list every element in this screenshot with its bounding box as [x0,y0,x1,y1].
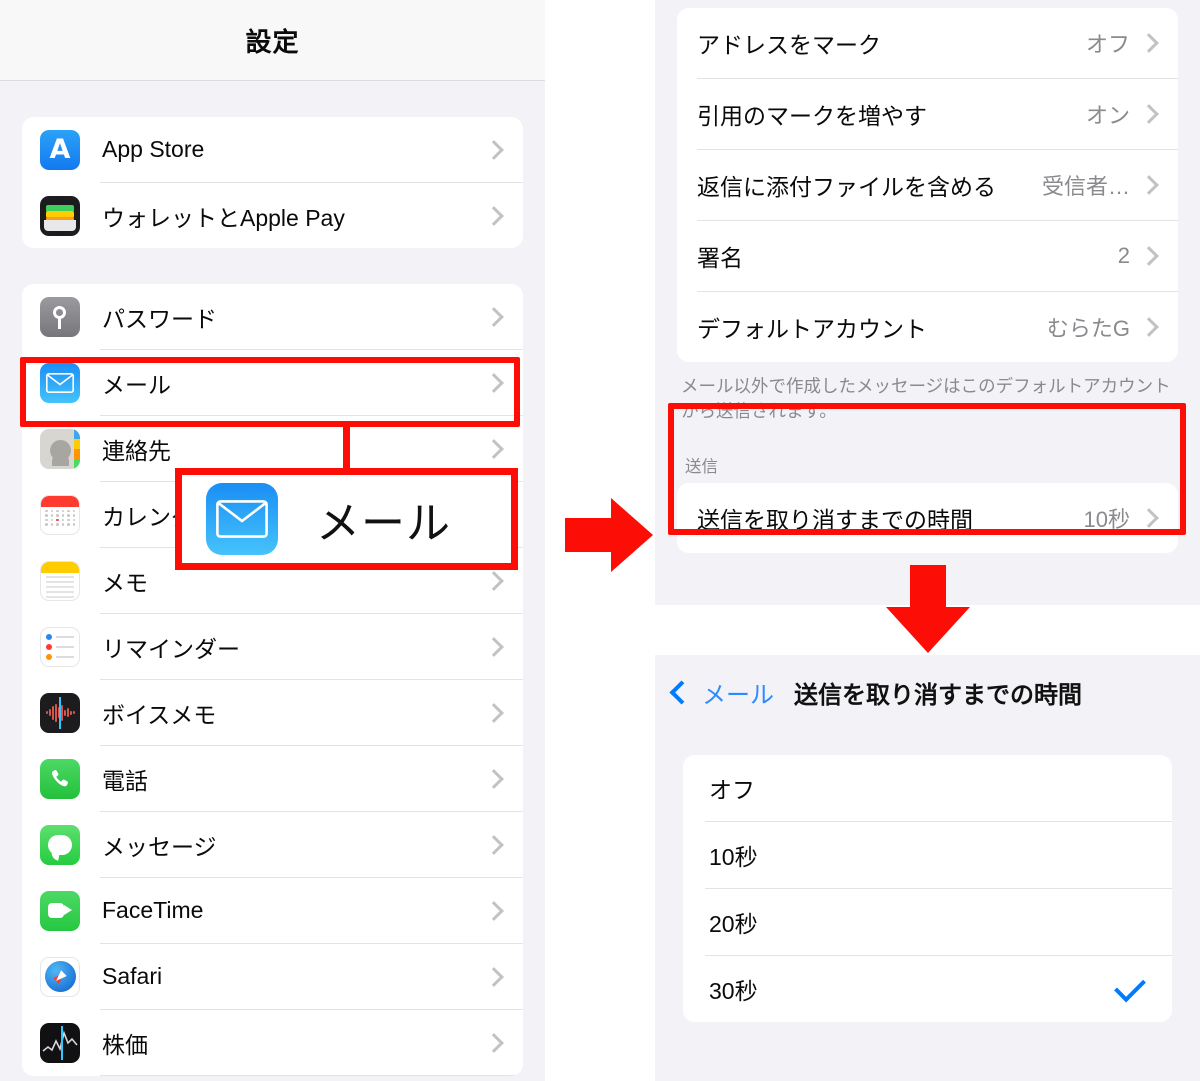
arrow-down-icon [886,565,970,653]
list-item-label: 引用のマークを増やす [697,103,927,129]
sidebar-item-facetime[interactable]: FaceTime [22,878,523,943]
chevron-right-icon [484,306,504,327]
list-item-label: 電話 [102,767,148,794]
page-title: 設定 [245,26,300,57]
appstore-icon: A [40,129,80,170]
option-label: 20秒 [709,911,758,937]
list-item-value: オフ [1085,32,1130,57]
screenshot-stage: 設定 A App Store ウォレットとApple Pay パスワード メール… [0,0,1200,1081]
messages-icon [40,824,80,865]
option-row-10s[interactable]: 10秒 [683,822,1172,888]
sidebar-item-stocks[interactable]: 株価 [22,1010,523,1075]
chevron-right-icon [484,636,504,657]
undo-send-delay-panel: メール 送信を取り消すまでの時間 オフ 10秒 20秒 30秒 [655,655,1200,1081]
facetime-icon [40,890,80,931]
chevron-right-icon [484,1032,504,1053]
back-chevron-icon[interactable] [669,679,694,705]
list-item-label: ボイスメモ [102,701,217,728]
list-item-label: メッセージ [102,833,217,860]
option-label: 30秒 [709,978,758,1004]
contacts-icon [40,428,80,469]
stocks-icon [40,1022,80,1063]
checkmark-icon [1114,970,1146,1002]
divider [100,1075,523,1076]
row-increase-quote-level[interactable]: 引用のマークを増やす オン [677,79,1178,149]
chevron-right-icon [484,702,504,723]
list-item-value: 2 [1117,243,1130,268]
safari-icon [40,956,80,997]
row-mark-addresses[interactable]: アドレスをマーク オフ [677,8,1178,78]
option-row-20s[interactable]: 20秒 [683,889,1172,955]
highlight-box-send-section [668,403,1186,535]
chevron-right-icon [1139,104,1159,124]
voice-memos-icon [40,692,80,733]
sidebar-item-reminders[interactable]: リマインダー [22,614,523,679]
list-item-label: ウォレットとApple Pay [102,204,345,231]
chevron-right-icon [484,139,504,160]
mail-icon [206,483,278,555]
sidebar-item-messages[interactable]: メッセージ [22,812,523,877]
chevron-right-icon [1139,33,1159,53]
chevron-right-icon [484,834,504,855]
wallet-icon [40,195,80,236]
chevron-right-icon [484,966,504,987]
list-item-label: App Store [102,136,205,162]
reminders-icon [40,626,80,667]
chevron-right-icon [484,205,504,226]
list-item-label: 署名 [697,245,743,271]
list-item-label: リマインダー [102,635,240,662]
list-item-label: パスワード [102,305,217,332]
option-row-30s[interactable]: 30秒 [683,956,1172,1022]
callout-label: メール [316,499,451,548]
chevron-right-icon [484,438,504,459]
callout-connector-line [343,424,350,472]
list-item-label: 連絡先 [102,437,171,464]
compose-settings-group: アドレスをマーク オフ 引用のマークを増やす オン 返信に添付ファイルを含める … [677,8,1178,362]
notes-icon [40,560,80,601]
sidebar-item-phone[interactable]: 電話 [22,746,523,811]
sidebar-item-wallet[interactable]: ウォレットとApple Pay [22,183,523,248]
sidebar-item-app-store[interactable]: A App Store [22,117,523,182]
sidebar-item-voice-memos[interactable]: ボイスメモ [22,680,523,745]
row-include-attachments-in-replies[interactable]: 返信に添付ファイルを含める 受信者… [677,150,1178,220]
chevron-right-icon [484,900,504,921]
list-item-label: 株価 [102,1031,148,1058]
page-title: 送信を取り消すまでの時間 [794,681,1082,709]
list-item-value: むらたG [1046,316,1130,341]
list-item-label: デフォルトアカウント [697,316,927,342]
list-item-label: FaceTime [102,897,204,923]
row-signature[interactable]: 署名 2 [677,221,1178,291]
settings-group-apps: A App Store ウォレットとApple Pay [22,117,523,248]
sidebar-item-passwords[interactable]: パスワード [22,284,523,349]
callout-mail: メール [175,468,518,570]
phone-icon [40,758,80,799]
chevron-right-icon [1139,175,1159,195]
list-item-label: アドレスをマーク [697,32,881,58]
list-item-value: 受信者… [1041,174,1130,199]
calendar-icon [40,494,80,535]
back-button-label[interactable]: メール [702,675,774,710]
chevron-right-icon [1139,317,1159,337]
list-item-label: 返信に添付ファイルを含める [697,174,996,200]
option-label: オフ [709,777,755,803]
undo-send-nav-header: メール 送信を取り消すまでの時間 [655,655,1200,729]
undo-send-options-group: オフ 10秒 20秒 30秒 [683,755,1172,1022]
chevron-right-icon [484,570,504,591]
option-row-off[interactable]: オフ [683,755,1172,821]
list-item-value: オン [1085,103,1130,128]
row-default-account[interactable]: デフォルトアカウント むらたG [677,292,1178,362]
highlight-box-mail-row [20,357,520,427]
settings-nav-header: 設定 [0,0,545,81]
sidebar-item-safari[interactable]: Safari [22,944,523,1009]
chevron-right-icon [1139,246,1159,266]
passwords-icon [40,296,80,337]
list-item-label: Safari [102,963,163,989]
option-label: 10秒 [709,844,758,870]
chevron-right-icon [484,768,504,789]
arrow-right-icon [565,498,653,572]
